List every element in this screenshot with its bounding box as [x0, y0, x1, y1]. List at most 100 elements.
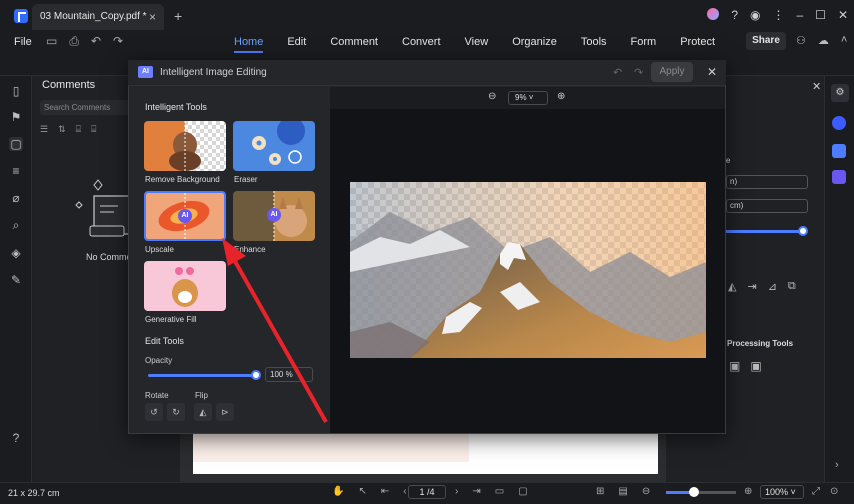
rotate-right-icon[interactable]: ↻	[167, 403, 185, 421]
minimize-icon[interactable]: –	[796, 8, 803, 22]
tab-convert[interactable]: Convert	[402, 36, 441, 53]
next-page-icon[interactable]: ›	[455, 486, 458, 497]
panel-slider-track[interactable]	[726, 230, 804, 233]
settings-circle-icon[interactable]: ⊙	[830, 486, 838, 497]
flip-horizontal-icon[interactable]: ◭	[728, 280, 736, 293]
redo-icon[interactable]: ↷	[113, 34, 123, 49]
empty-comments-illustration	[75, 179, 131, 237]
ai-assistant-icon[interactable]	[832, 116, 846, 130]
tab-edit[interactable]: Edit	[287, 36, 306, 53]
tab-view[interactable]: View	[465, 36, 489, 53]
translate-icon[interactable]	[832, 144, 846, 158]
filter-icon[interactable]: ⌸	[76, 124, 81, 135]
width-field[interactable]: n)	[726, 175, 808, 189]
tab-comment[interactable]: Comment	[330, 36, 378, 53]
height-field[interactable]: cm)	[726, 199, 808, 213]
close-window-icon[interactable]: ✕	[838, 8, 848, 22]
preview-zoom-out-icon[interactable]: ⊖	[488, 91, 496, 102]
document-tab[interactable]: 03 Mountain_Copy.pdf * ×	[32, 4, 164, 30]
new-tab-icon[interactable]: +	[174, 8, 182, 24]
eraser-tile[interactable]	[233, 121, 315, 171]
search-icon[interactable]: ⌕	[9, 218, 23, 232]
print-icon[interactable]: ⎙	[69, 34, 79, 49]
preview-zoom-select[interactable]: 9% ˅	[508, 91, 548, 105]
app-logo-icon	[14, 9, 28, 23]
search-comments-input[interactable]: Search Comments	[40, 100, 135, 115]
user-icon[interactable]: ⚇	[796, 34, 806, 47]
more-icon[interactable]: ⋮	[772, 8, 784, 22]
help-icon[interactable]: ?	[731, 8, 738, 22]
zoom-slider-knob[interactable]	[689, 487, 699, 497]
first-page-icon[interactable]: ⇤	[381, 486, 389, 497]
dialog-redo-icon[interactable]: ↷	[634, 66, 643, 79]
dialog-undo-icon[interactable]: ↶	[613, 66, 622, 79]
notification-icon[interactable]: ◉	[750, 8, 760, 22]
fit-width-icon[interactable]: ▢	[518, 486, 527, 497]
fit-page-icon[interactable]: ▭	[495, 486, 504, 497]
comment-icon[interactable]: ▢	[9, 137, 23, 151]
flip-horizontal-button-icon[interactable]: ◭	[194, 403, 212, 421]
zoom-out-icon[interactable]: ⊖	[642, 486, 650, 497]
save-icon[interactable]: ▭	[46, 34, 57, 49]
list-icon[interactable]: ☰	[40, 124, 48, 135]
preview-zoom-in-icon[interactable]: ⊕	[557, 91, 565, 102]
file-menu[interactable]: File	[14, 36, 32, 48]
image-tool-icons: ◭ ⇥ ⊿ ⧉	[728, 280, 796, 293]
dialog-title: Intelligent Image Editing	[160, 67, 267, 78]
undo-icon[interactable]: ↶	[91, 34, 101, 49]
remove-background-tile[interactable]	[144, 121, 226, 171]
help-circle-icon[interactable]: ?	[9, 431, 23, 445]
signature-icon[interactable]: ✎	[9, 273, 23, 287]
apply-button[interactable]: Apply	[651, 62, 693, 82]
tab-tools[interactable]: Tools	[581, 36, 607, 53]
enhance-tile[interactable]: AI	[233, 191, 315, 241]
read-mode-icon[interactable]: ▤	[618, 486, 627, 497]
chevron-right-icon[interactable]: ›	[835, 459, 839, 471]
share-button[interactable]: Share	[746, 32, 786, 50]
dialog-close-icon[interactable]: ✕	[707, 65, 717, 79]
layers-icon[interactable]: ≡	[9, 164, 23, 178]
upscale-tile[interactable]: AI	[144, 191, 226, 241]
chevron-up-icon[interactable]: ˄	[841, 34, 847, 47]
hand-tool-icon[interactable]: ✋	[332, 486, 344, 497]
page-thumbnail-icon[interactable]: ▯	[9, 84, 23, 98]
extract-icon[interactable]: ⧉	[788, 280, 796, 293]
cloud-icon[interactable]: ☁	[818, 34, 829, 47]
last-page-icon[interactable]: ⇥	[472, 486, 480, 497]
avatar[interactable]	[707, 8, 720, 20]
page-indicator[interactable]: 1 /4	[408, 485, 446, 499]
prev-page-icon[interactable]: ‹	[403, 486, 406, 497]
sort-icon[interactable]: ⇅	[58, 124, 66, 135]
zoom-select[interactable]: 100% ˅	[760, 485, 804, 499]
rotate-left-icon[interactable]: ↺	[145, 403, 163, 421]
ai-enhance-icon[interactable]: ▣	[750, 359, 761, 373]
ai-image-icon[interactable]: ▣	[729, 359, 740, 373]
tab-protect[interactable]: Protect	[680, 36, 715, 53]
remove-background-label: Remove Background	[145, 175, 220, 184]
close-tab-icon[interactable]: ×	[149, 10, 156, 24]
generative-fill-tile[interactable]	[144, 261, 226, 311]
maximize-icon[interactable]: ☐	[815, 8, 826, 22]
panel-slider-knob[interactable]	[798, 226, 808, 236]
tab-form[interactable]: Form	[631, 36, 657, 53]
flip-label: Flip	[195, 391, 208, 400]
left-sidebar: ▯ ⚑ ▢ ≡ ⌀ ⌕ ◈ ✎ ?	[0, 76, 32, 482]
properties-icon[interactable]: ⚙	[831, 84, 849, 102]
zoom-in-icon[interactable]: ⊕	[744, 486, 752, 497]
select-tool-icon[interactable]: ↖	[358, 486, 366, 497]
fullscreen-icon[interactable]: ⤢	[812, 486, 820, 497]
bookmark-icon[interactable]: ⚑	[9, 110, 23, 124]
tab-organize[interactable]: Organize	[512, 36, 557, 53]
page-layout-icon[interactable]: ⊞	[596, 486, 604, 497]
rotate-label: Rotate	[145, 391, 169, 400]
tab-home[interactable]: Home	[234, 36, 264, 53]
close-panel-icon[interactable]: ✕	[812, 80, 821, 93]
crop-icon[interactable]: ⊿	[768, 280, 777, 293]
attachment-icon[interactable]: ⌀	[9, 191, 23, 205]
check-icon[interactable]	[832, 170, 846, 184]
enhance-ai-chip: AI	[267, 208, 281, 222]
export-icon[interactable]: ⌸	[91, 124, 96, 135]
replace-icon[interactable]: ⇥	[747, 280, 756, 293]
right-sidebar: ⚙ ›	[824, 76, 854, 482]
stack-icon[interactable]: ◈	[9, 246, 23, 260]
